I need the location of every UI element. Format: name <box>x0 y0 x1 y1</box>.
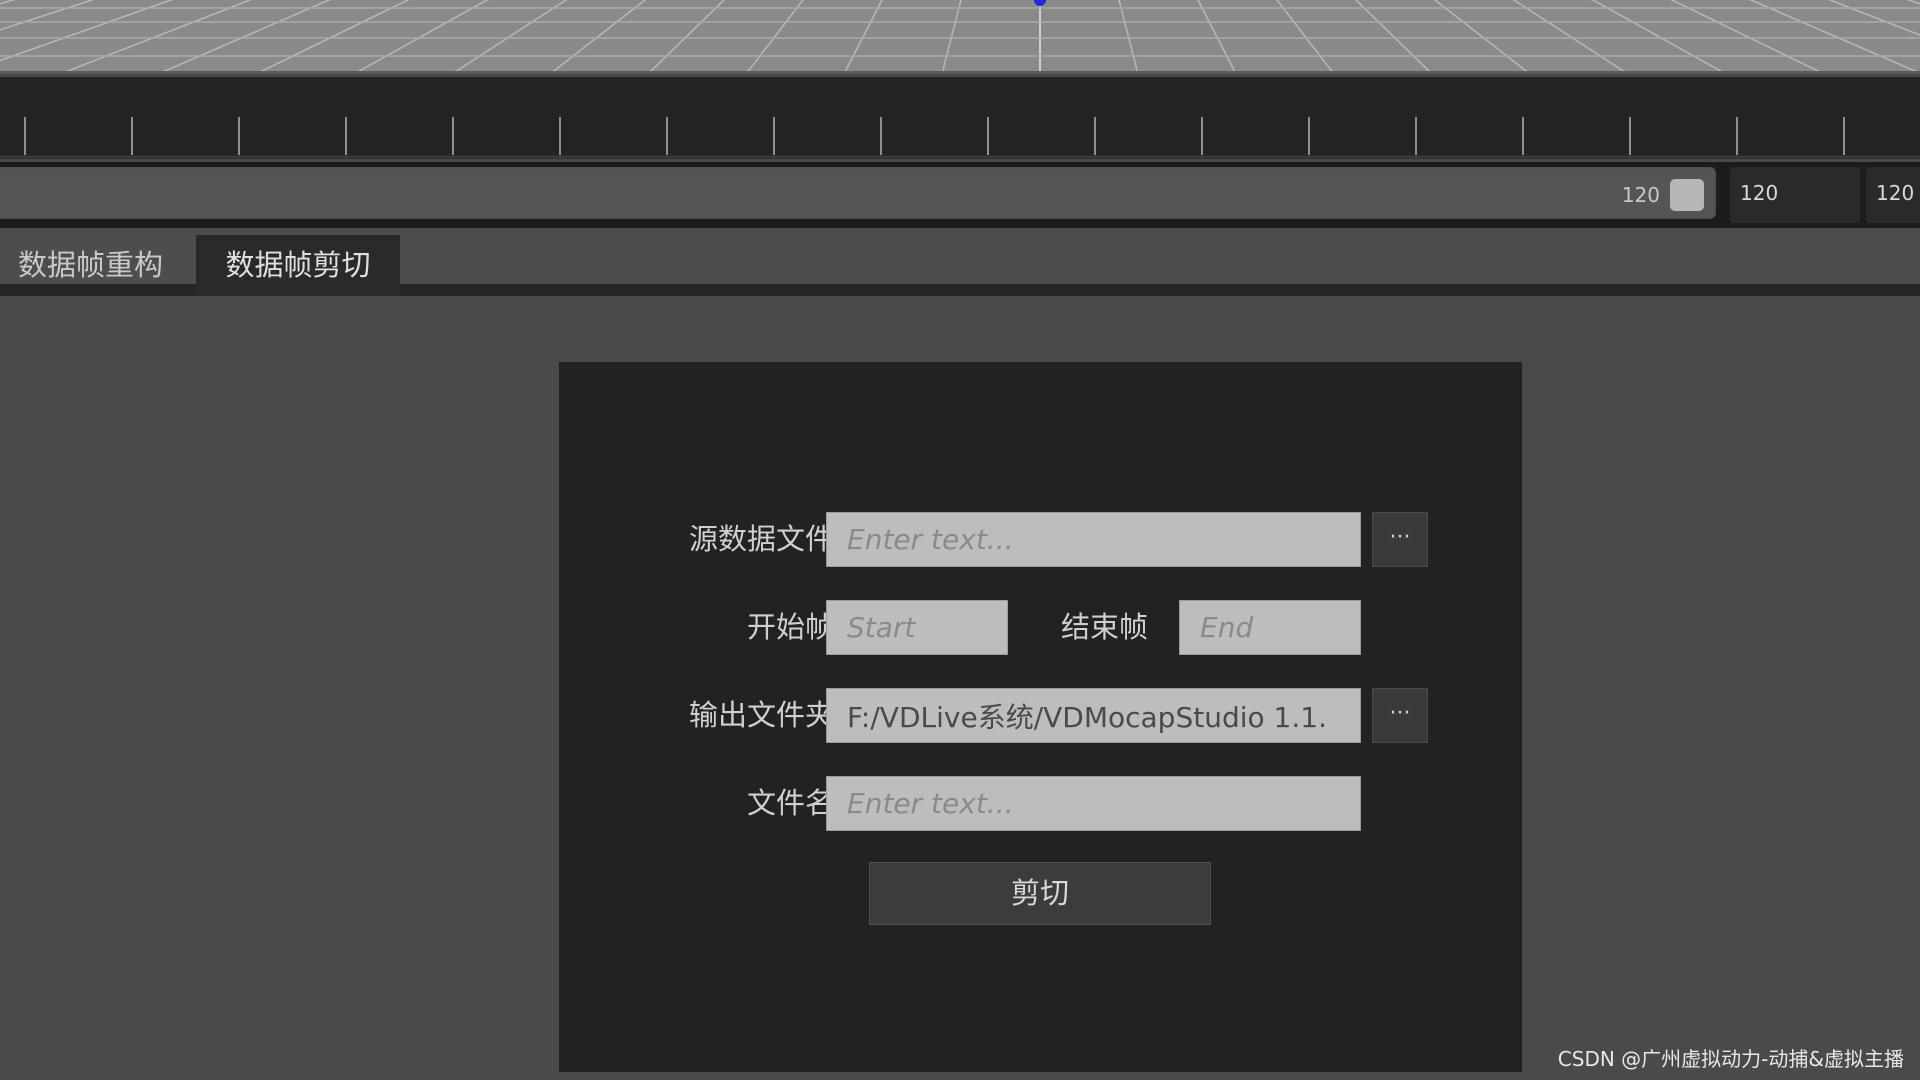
total-frame-field[interactable]: 120 <box>1866 167 1920 223</box>
file-name-label: 文件名 <box>746 786 834 820</box>
range-bar: 120 120 120 <box>0 162 1920 228</box>
tab-bar: 数据帧重构 数据帧剪切 <box>0 231 1920 296</box>
end-frame-input[interactable] <box>1179 600 1361 655</box>
tab-frame-cut[interactable]: 数据帧剪切 <box>196 235 400 296</box>
tab-frame-rebuild[interactable]: 数据帧重构 <box>0 235 194 296</box>
output-folder-input[interactable] <box>826 688 1361 743</box>
start-frame-label: 开始帧 <box>746 610 834 644</box>
source-file-browse-button[interactable]: ··· <box>1372 512 1428 567</box>
end-frame-field[interactable]: 120 <box>1730 167 1860 223</box>
source-file-label: 源数据文件 <box>688 522 834 556</box>
viewport-grid[interactable] <box>0 0 1920 74</box>
frame-cut-panel: 源数据文件 ··· 开始帧 结束帧 输出文件夹 ··· 文件名 剪切 <box>559 362 1522 1072</box>
output-folder-label: 输出文件夹 <box>688 698 834 732</box>
cut-button[interactable]: 剪切 <box>869 862 1211 925</box>
range-end-value: 120 <box>1621 183 1660 207</box>
range-slider-track[interactable]: 120 <box>0 167 1716 219</box>
timeline-ruler[interactable] <box>0 77 1920 159</box>
file-name-input[interactable] <box>826 776 1361 831</box>
output-folder-browse-button[interactable]: ··· <box>1372 688 1428 743</box>
start-frame-input[interactable] <box>826 600 1008 655</box>
end-frame-label: 结束帧 <box>1060 610 1148 644</box>
app-window: 120 120 120 数据帧重构 数据帧剪切 源数据文件 ··· 开始帧 结束… <box>0 0 1920 1080</box>
source-file-input[interactable] <box>826 512 1361 567</box>
watermark: CSDN @广州虚拟动力-动捕&虚拟主播 <box>1557 1047 1904 1071</box>
range-slider-handle[interactable] <box>1670 179 1704 211</box>
